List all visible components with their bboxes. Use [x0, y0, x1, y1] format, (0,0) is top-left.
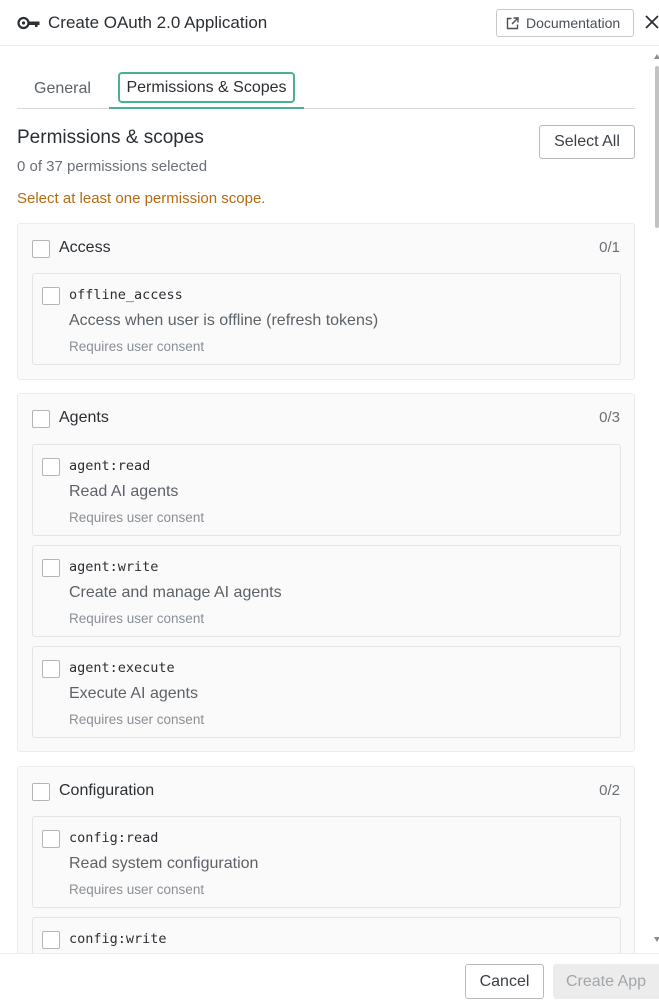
scope-consent-note: Requires user consent	[69, 611, 205, 626]
scope-name: agent:read	[69, 458, 151, 474]
tab-general[interactable]: General	[17, 70, 108, 108]
key-icon	[17, 16, 40, 30]
select-all-button[interactable]: Select All	[539, 125, 635, 159]
permissions-selected-summary: 0 of 37 permissions selected	[17, 158, 208, 175]
permission-item-agent-read[interactable]: agent:read Read AI agents Requires user …	[32, 444, 621, 536]
documentation-button[interactable]: Documentation	[496, 9, 634, 37]
group-name: Configuration	[59, 782, 155, 799]
tab-permissions-scopes[interactable]: Permissions & Scopes	[109, 70, 304, 109]
scope-consent-note: Requires user consent	[69, 510, 205, 525]
dialog-content[interactable]: General Permissions & Scopes Permissions…	[0, 46, 659, 953]
group-name: Access	[59, 239, 111, 256]
external-link-icon	[506, 16, 519, 29]
scope-name: offline_access	[69, 287, 183, 303]
permission-item-agent-write[interactable]: agent:write Create and manage AI agents …	[32, 545, 621, 637]
permissions-warning: Select at least one permission scope.	[17, 190, 266, 207]
scope-description: Read AI agents	[69, 483, 179, 500]
group-name: Agents	[59, 409, 109, 426]
group-checkbox-access[interactable]	[32, 240, 50, 258]
permissions-title: Permissions & scopes	[17, 127, 204, 148]
scope-checkbox[interactable]	[42, 559, 60, 577]
scope-consent-note: Requires user consent	[69, 339, 205, 354]
scope-checkbox[interactable]	[42, 931, 60, 949]
group-checkbox-configuration[interactable]	[32, 783, 50, 801]
scope-description: Read system configuration	[69, 855, 259, 872]
scope-description: Access when user is offline (refresh tok…	[69, 312, 379, 329]
permission-group-agents: Agents 0/3 agent:read Read AI agents Req…	[17, 393, 635, 752]
scope-consent-note: Requires user consent	[69, 882, 205, 897]
scope-name: config:read	[69, 830, 159, 846]
close-icon[interactable]	[644, 13, 659, 31]
group-count: 0/1	[599, 239, 620, 256]
scope-checkbox[interactable]	[42, 830, 60, 848]
permission-item-offline-access[interactable]: offline_access Access when user is offli…	[32, 273, 621, 365]
tab-permissions-scopes-label: Permissions & Scopes	[118, 72, 295, 103]
scope-consent-note: Requires user consent	[69, 712, 205, 727]
scroll-down-arrow-icon[interactable]	[654, 937, 659, 942]
permission-group-access: Access 0/1 offline_access Access when us…	[17, 223, 635, 380]
dialog-header: Create OAuth 2.0 Application Documentati…	[0, 0, 659, 46]
permission-item-config-write[interactable]: config:write	[32, 917, 621, 953]
scrollbar-thumb[interactable]	[655, 66, 659, 228]
create-app-button[interactable]: Create App	[553, 964, 659, 999]
permission-item-config-read[interactable]: config:read Read system configuration Re…	[32, 816, 621, 908]
scope-checkbox[interactable]	[42, 458, 60, 476]
permission-group-configuration: Configuration 0/2 config:read Read syste…	[17, 766, 635, 953]
dialog-title: Create OAuth 2.0 Application	[48, 13, 268, 32]
group-checkbox-agents[interactable]	[32, 410, 50, 428]
scope-checkbox[interactable]	[42, 287, 60, 305]
cancel-button[interactable]: Cancel	[465, 964, 544, 999]
scope-checkbox[interactable]	[42, 660, 60, 678]
scroll-up-arrow-icon[interactable]	[654, 54, 659, 59]
scope-name: agent:write	[69, 559, 159, 575]
scope-description: Execute AI agents	[69, 685, 198, 702]
group-count: 0/2	[599, 782, 620, 799]
tab-bar: General Permissions & Scopes	[17, 70, 635, 109]
permission-item-agent-execute[interactable]: agent:execute Execute AI agents Requires…	[32, 646, 621, 738]
documentation-label: Documentation	[526, 15, 621, 31]
dialog-footer: Cancel Create App	[0, 953, 659, 1003]
scope-description: Create and manage AI agents	[69, 584, 282, 601]
scope-name: agent:execute	[69, 660, 175, 676]
group-count: 0/3	[599, 409, 620, 426]
scope-name: config:write	[69, 931, 167, 947]
